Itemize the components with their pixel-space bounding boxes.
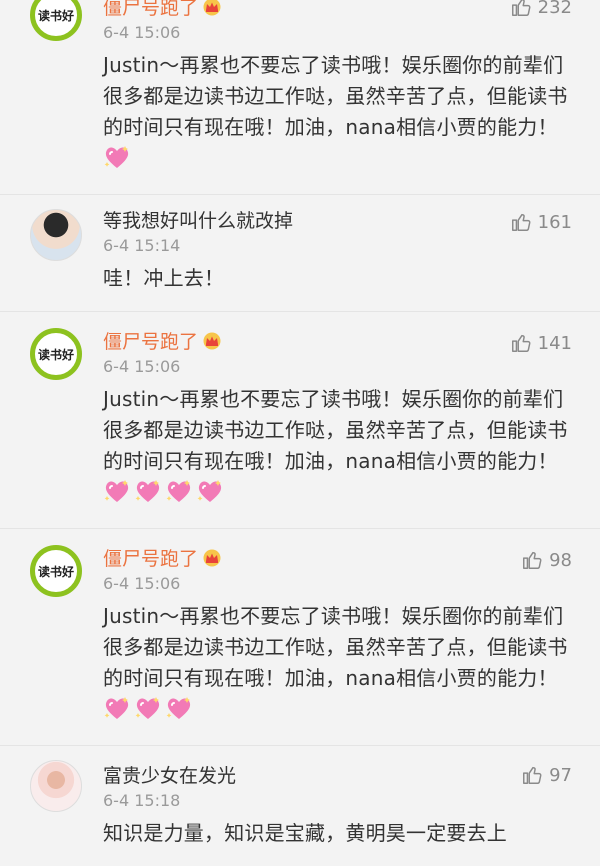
comment-author[interactable]: 富贵少女在发光 [103, 764, 582, 788]
crown-icon [201, 332, 223, 350]
like-button[interactable]: 232 [510, 0, 572, 18]
thumbs-up-icon [521, 764, 543, 786]
avatar-label: 读书好 [37, 564, 74, 579]
avatar[interactable] [30, 209, 82, 261]
thumbs-up-icon [510, 211, 532, 233]
like-count: 141 [537, 332, 572, 354]
comment-time: 6-4 15:06 [103, 23, 181, 42]
like-button[interactable]: 141 [510, 332, 572, 354]
avatar[interactable] [30, 760, 82, 812]
comment-time: 6-4 15:14 [103, 236, 181, 255]
comment-time: 6-4 15:18 [103, 791, 181, 810]
comment-item: 富贵少女在发光 6-4 15:18 知识是力量，知识是宝藏，黄明昊一定要去上 9… [0, 746, 600, 866]
comment-item: 等我想好叫什么就改掉 6-4 15:14 哇！冲上去！ 161 [0, 195, 600, 312]
thumbs-up-icon [510, 332, 532, 354]
comment-feed: 读书好 僵尸号跑了 6-4 15:06 Justin～再累也不要忘了读书哦！娱乐… [0, 0, 600, 866]
comment-item: 读书好 僵尸号跑了 6-4 15:06 Justin～再累也不要忘了读书哦！娱乐… [0, 529, 600, 746]
like-count: 97 [549, 764, 572, 786]
avatar[interactable]: 读书好 [30, 328, 82, 380]
comment-text: Justin～再累也不要忘了读书哦！娱乐圈你的前辈们很多都是边读书边工作哒，虽然… [103, 50, 582, 179]
sparkling-heart-icon [165, 478, 193, 504]
comment-item: 读书好 僵尸号跑了 6-4 15:06 Justin～再累也不要忘了读书哦！娱乐… [0, 312, 600, 529]
comment-time: 6-4 15:06 [103, 574, 181, 593]
heart-emoji-group [103, 478, 227, 513]
comment-author[interactable]: 僵尸号跑了 [103, 547, 582, 571]
thumbs-up-icon [521, 549, 543, 571]
sparkling-heart-icon [134, 695, 162, 721]
avatar-label: 读书好 [37, 8, 74, 23]
avatar[interactable]: 读书好 [30, 545, 82, 597]
heart-emoji-group [103, 144, 134, 179]
like-button[interactable]: 161 [510, 211, 572, 233]
like-button[interactable]: 97 [521, 764, 572, 786]
sparkling-heart-icon [165, 695, 193, 721]
sparkling-heart-icon [196, 478, 224, 504]
comment-text: 哇！冲上去！ [103, 266, 225, 290]
heart-emoji-group [103, 695, 196, 730]
comment-text: Justin～再累也不要忘了读书哦！娱乐圈你的前辈们很多都是边读书边工作哒，虽然… [103, 384, 582, 513]
comment-item: 读书好 僵尸号跑了 6-4 15:06 Justin～再累也不要忘了读书哦！娱乐… [0, 0, 600, 195]
avatar-label: 读书好 [37, 347, 74, 362]
crown-icon [201, 549, 223, 567]
comment-time: 6-4 15:06 [103, 357, 181, 376]
sparkling-heart-icon [134, 478, 162, 504]
crown-icon [201, 0, 223, 16]
like-count: 232 [537, 0, 572, 18]
sparkling-heart-icon [103, 478, 131, 504]
sparkling-heart-icon [103, 144, 131, 170]
comment-text: Justin～再累也不要忘了读书哦！娱乐圈你的前辈们很多都是边读书边工作哒，虽然… [103, 601, 582, 730]
like-count: 161 [537, 211, 572, 233]
avatar[interactable]: 读书好 [30, 0, 82, 41]
thumbs-up-icon [510, 0, 532, 18]
comment-text: 知识是力量，知识是宝藏，黄明昊一定要去上 [103, 821, 507, 845]
like-button[interactable]: 98 [521, 549, 572, 571]
like-count: 98 [549, 549, 572, 571]
sparkling-heart-icon [103, 695, 131, 721]
